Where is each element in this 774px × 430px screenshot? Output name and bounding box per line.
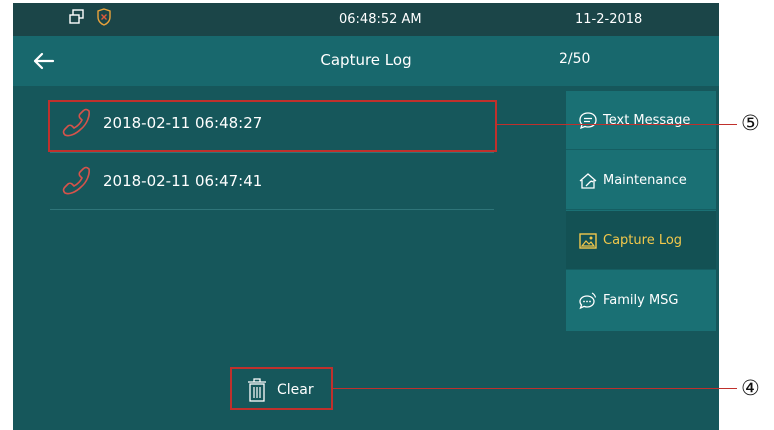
- status-date: 11-2-2018: [575, 12, 643, 27]
- menu-label: Capture Log: [603, 233, 683, 248]
- message-icon: [579, 112, 597, 130]
- menu-label: Family MSG: [603, 293, 679, 308]
- page-count: 2/50: [559, 51, 591, 67]
- log-row[interactable]: 2018-02-11 06:47:41: [50, 154, 494, 210]
- device-screen: 06:48:52 AM 11-2-2018 Capture Log 2/50 2…: [13, 3, 719, 430]
- menu-text-message[interactable]: Text Message: [566, 91, 716, 150]
- callout-line: [333, 388, 737, 389]
- shield-icon: [96, 8, 112, 30]
- status-bar: 06:48:52 AM 11-2-2018: [13, 3, 719, 36]
- menu-capture-log[interactable]: Capture Log: [566, 211, 716, 270]
- row-divider: [50, 209, 494, 210]
- callout-number-5: ⑤: [741, 111, 760, 135]
- status-icons: [68, 8, 112, 30]
- phone-icon: [62, 166, 90, 195]
- row-divider: [50, 152, 494, 153]
- callout-number-4: ④: [741, 376, 760, 400]
- page-title: Capture Log: [320, 51, 412, 69]
- image-icon: [579, 233, 597, 249]
- menu-label: Text Message: [603, 113, 691, 128]
- callout-line: [497, 124, 737, 125]
- callout-box-log-entry: [48, 100, 497, 152]
- window-icon: [68, 8, 86, 30]
- menu-label: Maintenance: [603, 173, 687, 188]
- wrench-icon: [579, 173, 597, 189]
- menu-family-msg[interactable]: Family MSG: [566, 271, 716, 330]
- chat-icon: [579, 292, 597, 310]
- side-menu: Text Message Maintenance Capture Log Fam…: [566, 91, 716, 331]
- status-time: 06:48:52 AM: [339, 12, 422, 27]
- callout-box-clear: [230, 367, 333, 410]
- menu-maintenance[interactable]: Maintenance: [566, 151, 716, 210]
- log-timestamp: 2018-02-11 06:47:41: [103, 172, 263, 190]
- title-bar: Capture Log 2/50: [13, 36, 719, 86]
